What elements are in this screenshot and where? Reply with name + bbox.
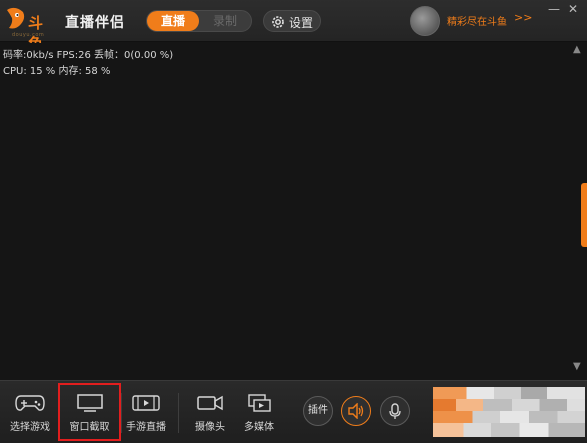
minimize-button[interactable]: —: [547, 2, 561, 16]
microphone-icon: [389, 403, 401, 419]
gear-icon: [272, 16, 284, 28]
header-bar: 斗鱼 douyu.com 直播伴侣 直播 录制 设置 精彩尽在斗鱼 >> — ✕: [0, 0, 587, 53]
speaker-icon: [348, 402, 364, 420]
promo-link[interactable]: 精彩尽在斗鱼: [447, 13, 507, 28]
obscured-region: [433, 387, 585, 399]
plugin-button[interactable]: 插件: [303, 396, 333, 426]
logo-subtext: douyu.com: [12, 32, 45, 38]
douyu-logo: 斗鱼 douyu.com: [4, 6, 56, 53]
monitor-icon: [76, 394, 103, 412]
speaker-button[interactable]: [341, 396, 371, 426]
window-capture-button[interactable]: 窗口截取: [58, 383, 121, 441]
tab-record[interactable]: 录制: [199, 11, 251, 31]
fish-icon: [7, 7, 25, 29]
mobile-live-button[interactable]: 手游直播: [116, 385, 176, 441]
app-title: 直播伴侣: [65, 15, 125, 31]
mode-tabs: 直播 录制: [146, 10, 252, 32]
select-game-label: 选择游戏: [10, 422, 50, 433]
obscured-region: [433, 399, 585, 411]
side-panel-handle[interactable]: [581, 183, 587, 247]
obscured-region: [433, 423, 585, 437]
toolbar-divider: [178, 393, 179, 433]
stats-bitrate-line: 码率:0kb/s FPS:26 丢帧：0(0.00 %): [3, 50, 174, 61]
mobile-live-label: 手游直播: [126, 422, 166, 433]
settings-label: 设置: [289, 16, 314, 30]
promo-arrow-icon[interactable]: >>: [514, 11, 532, 24]
obscured-region: [433, 411, 585, 423]
preview-area: 码率:0kb/s FPS:26 丢帧：0(0.00 %) CPU: 15 % 内…: [0, 43, 587, 380]
tab-live[interactable]: 直播: [147, 11, 199, 31]
scroll-up-arrow-icon[interactable]: ▲: [573, 44, 581, 55]
user-avatar[interactable]: [410, 6, 440, 36]
multimedia-button[interactable]: 多媒体: [229, 385, 289, 441]
select-game-button[interactable]: 选择游戏: [0, 385, 60, 441]
media-icon: [248, 394, 271, 412]
camera-icon: [197, 395, 223, 411]
phone-play-icon: [132, 395, 160, 411]
stream-stats: 码率:0kb/s FPS:26 丢帧：0(0.00 %) CPU: 15 % 内…: [3, 48, 173, 80]
microphone-button[interactable]: [380, 396, 410, 426]
multimedia-label: 多媒体: [244, 422, 274, 433]
settings-button[interactable]: 设置: [263, 10, 321, 32]
window-capture-label: 窗口截取: [69, 422, 110, 433]
close-button[interactable]: ✕: [566, 2, 580, 16]
scroll-down-arrow-icon[interactable]: ▼: [573, 361, 581, 372]
stats-cpu-line: CPU: 15 % 内存: 58 %: [3, 66, 111, 77]
gamepad-icon: [15, 395, 45, 411]
